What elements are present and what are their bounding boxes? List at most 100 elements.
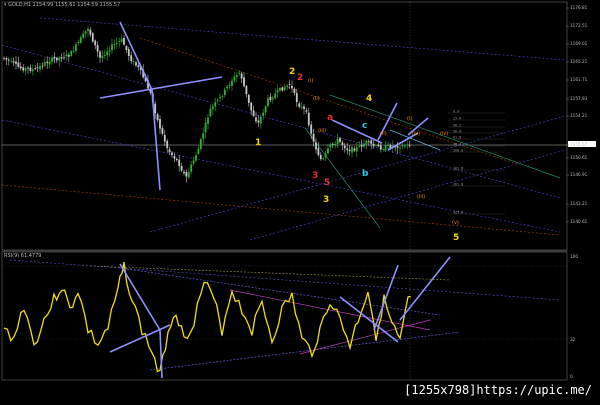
rsi-trend-dotted: [149, 331, 461, 371]
candle-body: [319, 154, 322, 160]
candle-body: [243, 77, 245, 87]
rsi-reference-lines: [2, 259, 567, 371]
candle-body: [377, 144, 380, 147]
candle-body: [60, 57, 63, 59]
candle-body: [401, 145, 404, 147]
rsi-axis: 100 32 0: [570, 254, 578, 379]
trend-line[interactable]: [119, 21, 153, 91]
candle-body: [408, 145, 411, 147]
channel-line: [1, 44, 561, 199]
candle-body: [238, 72, 241, 74]
candle-body: [24, 68, 27, 71]
rsi-trend-line[interactable]: [399, 256, 451, 321]
candle-body: [293, 88, 296, 94]
candle-body: [36, 67, 39, 69]
symbol-header: ▾ GOLD,H1 1154.99 1155.61 1154.59 1155.5…: [4, 2, 120, 8]
candle-body: [331, 143, 334, 145]
candle-body: [209, 108, 212, 117]
rsi-trend-dotted: [89, 265, 451, 281]
wave-label-small: (iv): [412, 131, 420, 137]
price-chart-canvas[interactable]: 0.023.638.250.061.876.4100.0161.8261.842…: [0, 0, 600, 401]
candle-body: [255, 117, 257, 122]
candle-body: [192, 160, 195, 164]
candle-body: [19, 66, 22, 69]
candle-body: [363, 143, 365, 147]
candle-body: [315, 142, 317, 150]
candle-body: [77, 41, 80, 43]
candle-body: [240, 73, 243, 79]
candle-body: [264, 106, 267, 113]
candle-body: [91, 33, 94, 42]
fib-label: 0.0: [453, 109, 459, 113]
candle-body: [99, 51, 101, 58]
fib-label: 50.0: [453, 129, 461, 133]
candle-body: [310, 124, 313, 134]
rsi-axis-label: 100: [570, 254, 578, 259]
candle-body: [214, 102, 217, 107]
candle-body: [384, 145, 387, 151]
rsi-trend-magenta: [299, 319, 431, 355]
candle-body: [75, 44, 77, 51]
wave-label: 3: [323, 195, 329, 205]
candle-body: [159, 119, 161, 129]
candle-body: [336, 138, 339, 145]
trend-line[interactable]: [99, 76, 223, 99]
wave-label-small: (iv): [440, 131, 448, 137]
candle-body: [360, 144, 363, 147]
fib-label: 76.4: [453, 142, 461, 146]
candle-body: [226, 86, 229, 89]
candle-body: [370, 140, 373, 144]
candle-body: [15, 61, 17, 64]
candle-body: [48, 61, 51, 65]
candle-body: [322, 158, 325, 160]
candle-body: [123, 37, 125, 45]
candle-body: [346, 148, 349, 151]
candle-body: [228, 84, 231, 86]
price-axis-label: 1154.21: [570, 113, 588, 118]
candle-body: [288, 84, 291, 85]
wave-label: 2: [289, 67, 295, 77]
candle-body: [183, 171, 185, 174]
candle-body: [365, 140, 368, 145]
candle-body: [396, 146, 399, 148]
candle-body: [298, 103, 301, 107]
candle-body: [221, 96, 224, 98]
candle-body: [219, 97, 221, 99]
rsi-trend-line[interactable]: [373, 264, 399, 331]
candle-body: [96, 45, 99, 52]
rsi-trend-line[interactable]: [339, 296, 399, 343]
candle-body: [3, 57, 5, 59]
candle-body: [207, 117, 209, 124]
candle-body: [120, 38, 123, 42]
candle-body: [46, 61, 49, 63]
candle-body: [53, 56, 56, 59]
price-axis-label: 1161.71: [570, 77, 588, 82]
rsi-trend-dotted: [119, 267, 441, 316]
candle-body: [70, 51, 73, 56]
wave-label-small: (ii): [313, 96, 320, 102]
wave-label: 2: [297, 73, 303, 83]
candle-body: [399, 147, 401, 149]
candle-body: [87, 28, 89, 32]
candle-body: [379, 145, 382, 150]
candlesticks: [3, 26, 411, 183]
candle-body: [334, 143, 337, 145]
candle-body: [286, 85, 289, 87]
candle-body: [65, 54, 68, 57]
wave-label: 5: [324, 178, 330, 188]
rsi-header: RSI(9) 61.4779: [4, 253, 41, 259]
candle-body: [127, 49, 130, 56]
candle-body: [106, 51, 109, 56]
candle-body: [171, 152, 173, 156]
candle-body: [204, 122, 207, 133]
wave-label-small: (v): [452, 220, 459, 226]
candle-body: [375, 144, 377, 146]
candle-body: [5, 58, 8, 60]
candle-body: [84, 31, 87, 34]
candle-body: [63, 57, 65, 59]
candle-body: [307, 112, 310, 126]
rsi-trend-magenta: [229, 289, 431, 331]
candle-body: [355, 147, 358, 152]
candle-body: [178, 159, 181, 167]
candle-body: [103, 55, 106, 56]
